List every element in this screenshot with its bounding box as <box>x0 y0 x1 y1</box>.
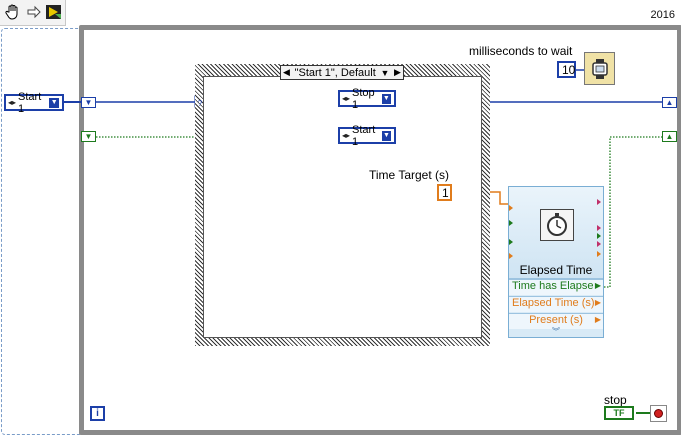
loop-condition-terminal[interactable] <box>650 405 667 422</box>
case-selector-terminal-icon: ? <box>197 99 203 108</box>
output-arrow-icon: ▶ <box>594 315 601 324</box>
output-label: Time has Elapse <box>512 280 594 292</box>
output-label: Elapsed Time (s) <box>512 297 595 309</box>
case-dropdown-icon[interactable]: ▼ <box>380 68 389 78</box>
stop1-value: Stop 1 <box>352 86 375 111</box>
stop-sign-icon <box>654 409 663 418</box>
init-state-enum[interactable]: ◂▸ Start 1 ▼ <box>4 91 64 115</box>
case-selector-label: "Start 1", Default <box>294 66 376 79</box>
iteration-terminal[interactable]: i <box>90 406 105 421</box>
wait-ms-label: milliseconds to wait <box>469 44 573 58</box>
wait-ms-node[interactable] <box>584 52 615 85</box>
init-state-value: Start 1 <box>18 90 42 115</box>
previous-case-icon[interactable]: ◀ <box>283 67 290 78</box>
next-case-icon[interactable]: ▶ <box>394 67 401 78</box>
time-target-label: Time Target (s) <box>369 168 450 182</box>
increment-icon: ◂▸ <box>8 98 17 107</box>
expand-chevron-icon[interactable]: ︾ <box>509 328 603 337</box>
output-elapsed-time[interactable]: Elapsed Time (s) ▶ <box>509 296 603 312</box>
start1-enum[interactable]: ◂▸ Start 1 ▼ <box>338 124 396 148</box>
watch-icon <box>591 58 608 79</box>
wait-ms-constant[interactable]: 10 <box>557 61 576 78</box>
start1-value: Start 1 <box>352 123 376 148</box>
express-terminals <box>509 199 601 259</box>
stop-label: stop <box>604 393 627 407</box>
increment-icon: ◂▸ <box>342 131 351 140</box>
stop1-enum[interactable]: ◂▸ Stop 1 ▼ <box>338 87 396 111</box>
time-target-constant[interactable]: 1 <box>437 184 452 201</box>
case-selector[interactable]: ◀ "Start 1", Default ▼ ▶ <box>280 65 404 80</box>
left-shift-register-bool[interactable]: ▼ <box>81 131 96 142</box>
left-shift-register-state[interactable]: ▼ <box>81 97 96 108</box>
case-frame <box>203 76 482 338</box>
output-arrow-icon: ▶ <box>594 298 601 307</box>
right-shift-register-bool[interactable]: ▲ <box>662 131 677 142</box>
express-vi-title: Elapsed Time <box>519 263 593 277</box>
output-label: Present (s) <box>529 314 583 326</box>
output-arrow-icon: ▶ <box>594 281 601 290</box>
increment-icon: ◂▸ <box>342 94 351 103</box>
enum-dropdown-icon[interactable]: ▼ <box>381 93 391 104</box>
enum-dropdown-icon[interactable]: ▼ <box>49 97 59 108</box>
enum-dropdown-icon[interactable]: ▼ <box>381 130 391 141</box>
stop-boolean-control[interactable]: TF <box>604 406 634 420</box>
right-shift-register-state[interactable]: ▲ <box>662 97 677 108</box>
output-time-has-elapsed[interactable]: Time has Elapse ▶ <box>509 279 603 295</box>
